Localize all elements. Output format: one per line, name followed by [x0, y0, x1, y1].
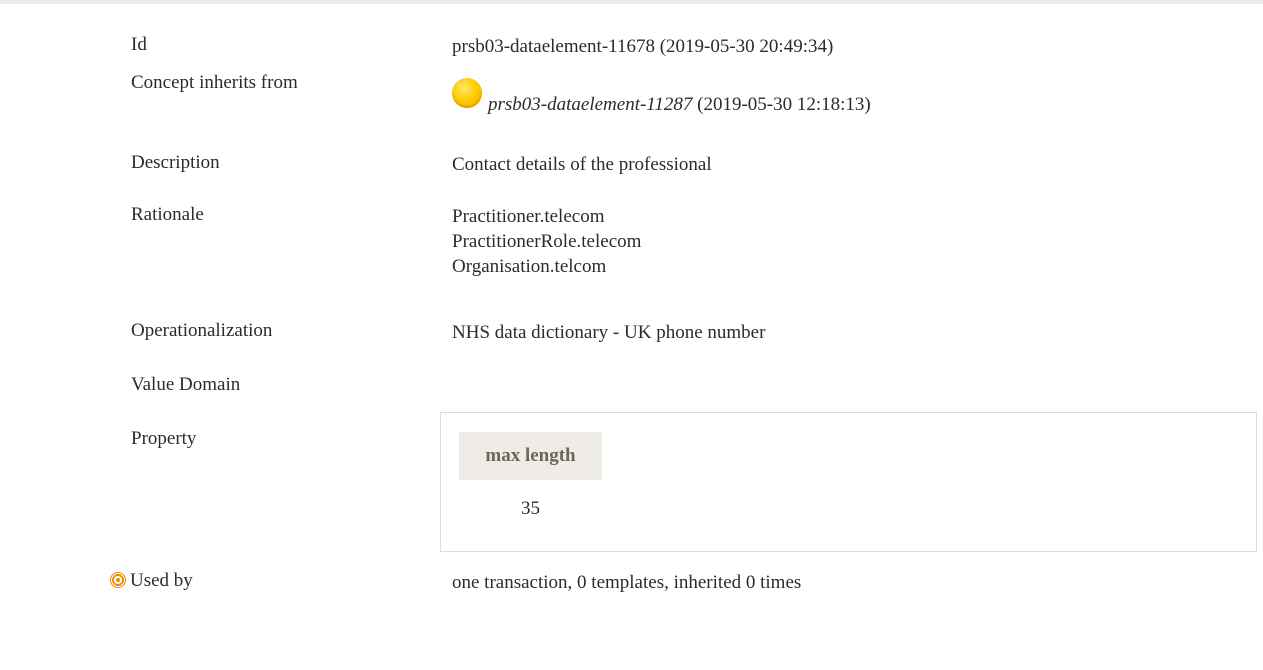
id-value: prsb03-dataelement-11678 (2019-05-30 20:…: [452, 36, 834, 57]
used-by-label-wrap: Used by: [110, 570, 193, 592]
inherits-value: prsb03-dataelement-11287 (2019-05-30 12:…: [452, 78, 871, 117]
used-by-value: one transaction, 0 templates, inherited …: [452, 572, 802, 593]
target-icon: [110, 572, 126, 588]
id-label: Id: [131, 34, 147, 55]
value-domain-label: Value Domain: [131, 374, 241, 395]
inherits-link[interactable]: prsb03-dataelement-11287: [488, 94, 692, 115]
property-header-max-length: max length: [459, 432, 602, 480]
operationalization-value: NHS data dictionary - UK phone number: [452, 322, 766, 343]
rationale-line: PractitionerRole.telecom: [452, 231, 642, 252]
rationale-line: Organisation.telcom: [452, 256, 607, 277]
property-label: Property: [131, 428, 197, 449]
property-table: max length 35: [440, 412, 1257, 552]
rationale-line: Practitioner.telecom: [452, 206, 605, 227]
rationale-value: Practitioner.telecom PractitionerRole.te…: [452, 204, 641, 279]
inherits-suffix: (2019-05-30 12:18:13): [692, 94, 871, 115]
inherits-label: Concept inherits from: [131, 72, 298, 93]
top-divider: [0, 0, 1263, 4]
description-label: Description: [131, 152, 220, 173]
description-value: Contact details of the professional: [452, 154, 712, 175]
operationalization-label: Operationalization: [131, 320, 273, 341]
rationale-label: Rationale: [131, 204, 204, 225]
used-by-label: Used by: [130, 570, 193, 591]
status-dot-icon: [452, 78, 482, 108]
property-value-max-length: 35: [521, 498, 540, 519]
